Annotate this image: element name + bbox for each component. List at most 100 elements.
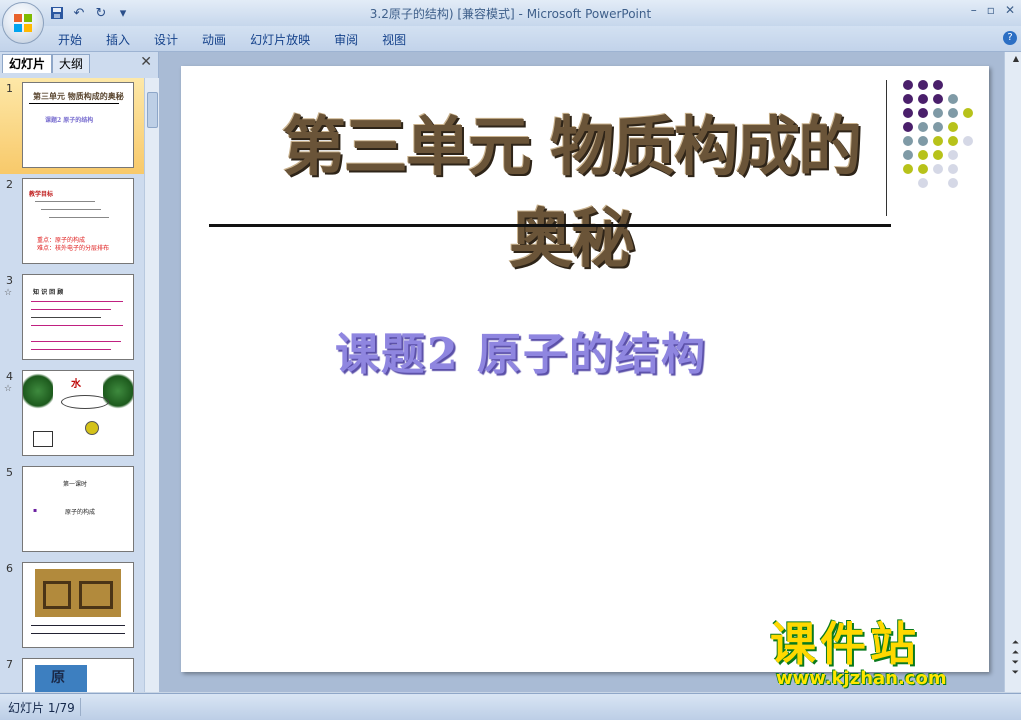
- slide-thumbnail-row[interactable]: 2 教学目标 重点：原子的构成 难点：核外电子的分层排布: [0, 174, 144, 270]
- slide-number: 5: [6, 466, 13, 479]
- status-separator: [80, 698, 81, 716]
- animation-star-icon: ☆: [4, 384, 13, 394]
- decorative-dots: [899, 80, 979, 200]
- dot: [948, 136, 958, 146]
- status-bar: 幻灯片 1/79: [0, 693, 1021, 720]
- window-title: 3.2原子的结构) [兼容模式] - Microsoft PowerPoint: [369, 7, 652, 21]
- title-divider-horizontal: [209, 224, 891, 227]
- thumb-text: 难点：核外电子的分层排布: [37, 245, 110, 252]
- slide-thumbnail[interactable]: 教学目标 重点：原子的构成 难点：核外电子的分层排布: [22, 178, 134, 264]
- tab-design[interactable]: 设计: [154, 31, 178, 48]
- pane-tabs: 幻灯片 大纲 ✕: [0, 52, 158, 74]
- watermark: 课件站 www.kjzhan.com: [770, 620, 1010, 692]
- thumb-text: 教学目标: [29, 191, 54, 198]
- slide-canvas[interactable]: 第三单元 物质构成的奥秘 课题2 原子的结构: [181, 66, 989, 672]
- thumb-text: 水: [71, 379, 81, 390]
- dot: [963, 108, 973, 118]
- dot: [963, 136, 973, 146]
- thumb-text: 原: [51, 670, 65, 686]
- dot: [903, 80, 913, 90]
- dot: [933, 94, 943, 104]
- tab-view[interactable]: 视图: [382, 31, 406, 48]
- office-button[interactable]: [2, 2, 44, 44]
- tab-outline[interactable]: 大纲: [52, 54, 91, 73]
- slide-thumbnail[interactable]: 第三单元 物质构成的奥秘 课题2 原子的结构: [22, 82, 134, 168]
- animation-star-icon: ☆: [4, 288, 13, 298]
- thumb-text: 原子的构成: [65, 509, 96, 516]
- dot: [903, 150, 913, 160]
- thumbnail-scrollbar[interactable]: [144, 78, 159, 692]
- slide-number: 2: [6, 178, 13, 191]
- thumb-text: 第一课时: [63, 481, 88, 488]
- dot: [918, 94, 928, 104]
- dot: [903, 108, 913, 118]
- slide-number: 3: [6, 274, 13, 287]
- tab-slides[interactable]: 幻灯片: [2, 54, 53, 73]
- slide-scrollbar[interactable]: ▲ ⏶ ⏶ ⏷ ⏷: [1004, 52, 1021, 692]
- dot: [948, 178, 958, 188]
- tab-home[interactable]: 开始: [58, 31, 82, 48]
- slide-thumbnail[interactable]: 水: [22, 370, 134, 456]
- scrollbar-thumb[interactable]: [147, 92, 158, 128]
- thumb-text: 第三单元 物质构成的奥秘: [33, 91, 124, 101]
- slide-title[interactable]: 第三单元 物质构成的奥秘: [261, 96, 881, 280]
- pane-close-icon[interactable]: ✕: [140, 54, 152, 70]
- dot: [903, 94, 913, 104]
- slide-thumbnail[interactable]: [22, 562, 134, 648]
- ribbon-tab-bar: 开始 插入 设计 动画 幻灯片放映 审阅 视图 ?: [0, 26, 1021, 52]
- slide-thumbnail-row[interactable]: 5 第一课时 ▪ 原子的构成: [0, 462, 144, 558]
- slide-thumbnail-row[interactable]: 3 ☆ 知 识 回 顾: [0, 270, 144, 366]
- slide-number: 7: [6, 658, 13, 671]
- dot: [903, 164, 913, 174]
- dot: [903, 136, 913, 146]
- dot: [918, 108, 928, 118]
- previous-slide-icon[interactable]: ⏶ ⏶: [1012, 638, 1019, 658]
- dot: [918, 122, 928, 132]
- close-button[interactable]: ✕: [1005, 3, 1015, 17]
- dot: [933, 80, 943, 90]
- slide-number: 6: [6, 562, 13, 575]
- tab-review[interactable]: 审阅: [334, 31, 358, 48]
- dot: [933, 122, 943, 132]
- title-divider-vertical: [886, 80, 887, 216]
- dot: [948, 108, 958, 118]
- slide-number: 1: [6, 82, 13, 95]
- next-slide-icon[interactable]: ⏷ ⏷: [1012, 658, 1019, 678]
- dot: [948, 164, 958, 174]
- slide-thumbnail-list: 1 第三单元 物质构成的奥秘 课题2 原子的结构 2 教学目标 重点：原子的构成…: [0, 78, 144, 692]
- watermark-url: www.kjzhan.com: [776, 668, 947, 689]
- dot: [903, 122, 913, 132]
- slide-number: 4: [6, 370, 13, 383]
- dot: [948, 122, 958, 132]
- dot: [918, 136, 928, 146]
- slide-subtitle[interactable]: 课题2 原子的结构: [335, 318, 707, 382]
- title-bar: ↶ ↻ ▾ 3.2原子的结构) [兼容模式] - Microsoft Power…: [0, 0, 1021, 44]
- slide-thumbnail-row[interactable]: 7 原: [0, 654, 144, 692]
- help-icon[interactable]: ?: [1003, 31, 1017, 45]
- tab-slide-show[interactable]: 幻灯片放映: [250, 31, 310, 48]
- tab-insert[interactable]: 插入: [106, 31, 130, 48]
- slide-thumbnail-row[interactable]: 1 第三单元 物质构成的奥秘 课题2 原子的结构: [0, 78, 144, 174]
- thumb-text: 知 识 回 顾: [33, 289, 64, 296]
- slide-thumbnail-row[interactable]: 4 ☆ 水: [0, 366, 144, 462]
- dot: [918, 150, 928, 160]
- dot: [918, 178, 928, 188]
- dot: [933, 108, 943, 118]
- dot: [918, 80, 928, 90]
- thumb-text: 课题2 原子的结构: [45, 117, 94, 124]
- slide-nav-buttons[interactable]: ⏶ ⏶ ⏷ ⏷: [1012, 638, 1019, 678]
- restore-button[interactable]: ▫: [987, 3, 995, 17]
- dot: [933, 136, 943, 146]
- slide-thumbnail[interactable]: 原: [22, 658, 134, 692]
- minimize-button[interactable]: –: [971, 3, 977, 17]
- slide-thumbnail[interactable]: 第一课时 ▪ 原子的构成: [22, 466, 134, 552]
- dot: [948, 150, 958, 160]
- slide-thumbnail[interactable]: 知 识 回 顾: [22, 274, 134, 360]
- watermark-brand: 课件站: [770, 617, 920, 671]
- dot: [948, 94, 958, 104]
- scroll-up-icon[interactable]: ▲: [1013, 54, 1019, 63]
- slide-editing-area: 第三单元 物质构成的奥秘 课题2 原子的结构 ▲ ⏶ ⏶ ⏷ ⏷: [159, 52, 1021, 692]
- tab-animations[interactable]: 动画: [202, 31, 226, 48]
- slide-thumbnail-row[interactable]: 6: [0, 558, 144, 654]
- dot: [933, 150, 943, 160]
